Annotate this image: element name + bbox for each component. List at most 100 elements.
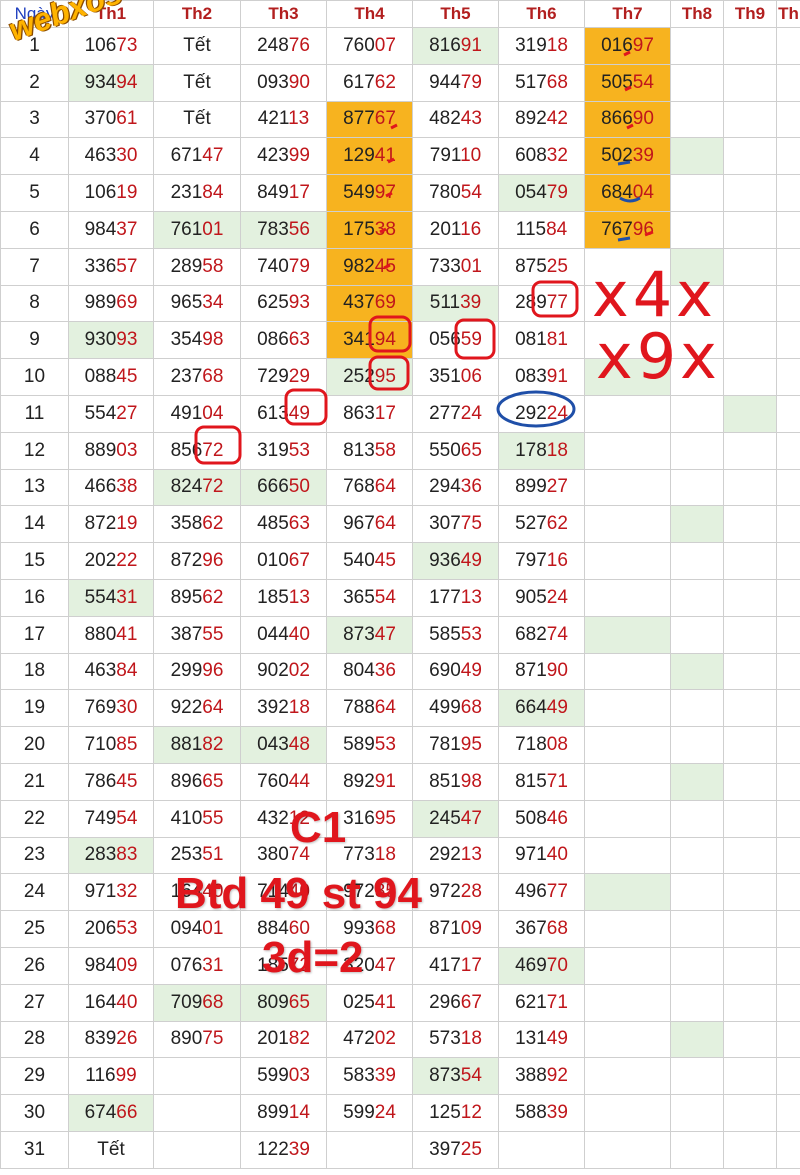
header-th5: Th5 bbox=[412, 0, 499, 28]
number-prefix: 788 bbox=[343, 697, 375, 719]
number-suffix: 68 bbox=[546, 71, 568, 93]
number-prefix: 432 bbox=[257, 807, 289, 829]
number-suffix: 49 bbox=[288, 402, 310, 424]
result-cell bbox=[584, 1057, 671, 1096]
number-prefix: 583 bbox=[343, 1065, 375, 1087]
number-prefix: 086 bbox=[257, 329, 289, 351]
result-cell: 85672 bbox=[153, 431, 241, 470]
number-prefix: 588 bbox=[515, 1102, 547, 1123]
day-cell: 13 bbox=[0, 468, 69, 507]
number-suffix: 76 bbox=[288, 34, 310, 56]
number-prefix: 508 bbox=[515, 807, 547, 829]
number-prefix: 872 bbox=[170, 550, 203, 572]
number-suffix: 62 bbox=[202, 586, 224, 608]
result-cell: 28383 bbox=[68, 836, 154, 875]
note-line-btd: Btd 49 st 94 bbox=[175, 869, 422, 918]
number-suffix: 99 bbox=[115, 1065, 137, 1087]
result-cell: 61349 bbox=[240, 394, 327, 433]
number-prefix: 201 bbox=[257, 1028, 289, 1050]
result-cell: 08663 bbox=[240, 321, 327, 360]
number-suffix: 94 bbox=[116, 71, 138, 93]
result-cell: 47202 bbox=[326, 1020, 413, 1059]
number-prefix: 336 bbox=[84, 255, 117, 277]
result-cell: 97228 bbox=[412, 873, 499, 912]
number-suffix: 84 bbox=[202, 182, 224, 204]
result-cell bbox=[670, 27, 724, 65]
result-cell bbox=[584, 1094, 671, 1132]
result-cell bbox=[723, 63, 777, 102]
number-suffix: 16 bbox=[546, 550, 568, 572]
day-cell: 23 bbox=[0, 836, 69, 875]
number-prefix: 839 bbox=[84, 1028, 117, 1050]
result-cell: 09390 bbox=[240, 63, 327, 102]
result-cell bbox=[776, 210, 800, 249]
number-prefix: 485 bbox=[257, 513, 289, 535]
day-cell: 14 bbox=[0, 505, 69, 544]
number-suffix: 97 bbox=[374, 182, 396, 204]
number-suffix: 95 bbox=[374, 366, 396, 388]
number-suffix: 81 bbox=[546, 329, 568, 351]
result-cell: 94479 bbox=[412, 63, 499, 102]
number-suffix: 91 bbox=[546, 366, 568, 388]
number-suffix: 72 bbox=[202, 476, 224, 498]
number-prefix: 589 bbox=[343, 734, 375, 756]
table-row: 14 87219 35862 48563 96764 30775 52762 bbox=[0, 505, 800, 544]
number-prefix: 666 bbox=[257, 476, 289, 498]
result-cell bbox=[670, 468, 724, 507]
day-cell: 11 bbox=[0, 394, 69, 433]
number-suffix: 57 bbox=[116, 255, 138, 277]
number-prefix: 417 bbox=[429, 954, 461, 976]
result-cell bbox=[723, 321, 777, 360]
result-cell: 54045 bbox=[326, 542, 413, 580]
result-cell bbox=[776, 615, 800, 654]
number-prefix: 781 bbox=[429, 734, 461, 756]
number-suffix: 30 bbox=[116, 697, 138, 719]
result-cell bbox=[776, 100, 800, 139]
number-suffix: 36 bbox=[374, 660, 396, 682]
result-cell bbox=[670, 726, 724, 764]
table-body: 1 10673 Tết 24876 76007 81691 31918 01697 2 93494… bbox=[0, 27, 800, 1169]
number-suffix: 08 bbox=[546, 734, 568, 756]
day-cell: 28 bbox=[0, 1020, 69, 1059]
result-cell: 35106 bbox=[412, 358, 499, 396]
result-cell: 42399 bbox=[240, 137, 327, 176]
result-cell bbox=[584, 689, 671, 728]
result-cell: 66449 bbox=[498, 689, 585, 728]
number-suffix: 41 bbox=[374, 145, 396, 167]
number-prefix: 054 bbox=[515, 182, 547, 204]
number-suffix: 41 bbox=[116, 623, 138, 645]
number-prefix: 849 bbox=[257, 182, 289, 204]
result-cell: 73301 bbox=[412, 247, 499, 286]
number-prefix: 674 bbox=[84, 1102, 117, 1123]
number-suffix: 17 bbox=[288, 182, 310, 204]
number-suffix: 55 bbox=[202, 623, 224, 645]
number-prefix: 056 bbox=[429, 329, 461, 351]
number-prefix: 944 bbox=[429, 71, 461, 93]
result-cell: 58553 bbox=[412, 615, 499, 654]
number-prefix: 554 bbox=[84, 402, 117, 424]
result-cell bbox=[723, 394, 777, 433]
number-suffix: 63 bbox=[288, 329, 310, 351]
number-suffix: 67 bbox=[460, 991, 482, 1013]
number-prefix: 289 bbox=[170, 255, 203, 277]
result-cell: 76796 bbox=[584, 210, 671, 249]
number-prefix: 896 bbox=[170, 770, 203, 792]
result-cell: 55431 bbox=[68, 578, 154, 617]
result-cell bbox=[670, 394, 724, 433]
table-row: 4 46330 67147 42399 12941 79110 60832 50239 bbox=[0, 137, 800, 176]
number-prefix: 608 bbox=[515, 145, 547, 167]
result-cell: 49968 bbox=[412, 689, 499, 728]
day-cell: 6 bbox=[0, 210, 69, 249]
number-suffix: 92 bbox=[546, 1065, 568, 1087]
number-prefix: 540 bbox=[343, 550, 375, 572]
number-suffix: 77 bbox=[546, 881, 568, 903]
number-prefix: 585 bbox=[429, 623, 461, 645]
number-suffix: 70 bbox=[546, 954, 568, 976]
result-cell bbox=[776, 394, 800, 433]
result-cell: 42113 bbox=[240, 100, 327, 139]
result-cell bbox=[670, 1020, 724, 1059]
number-suffix: 82 bbox=[202, 734, 224, 756]
day-cell: 12 bbox=[0, 431, 69, 470]
result-cell bbox=[723, 1057, 777, 1096]
result-cell bbox=[326, 1130, 413, 1169]
